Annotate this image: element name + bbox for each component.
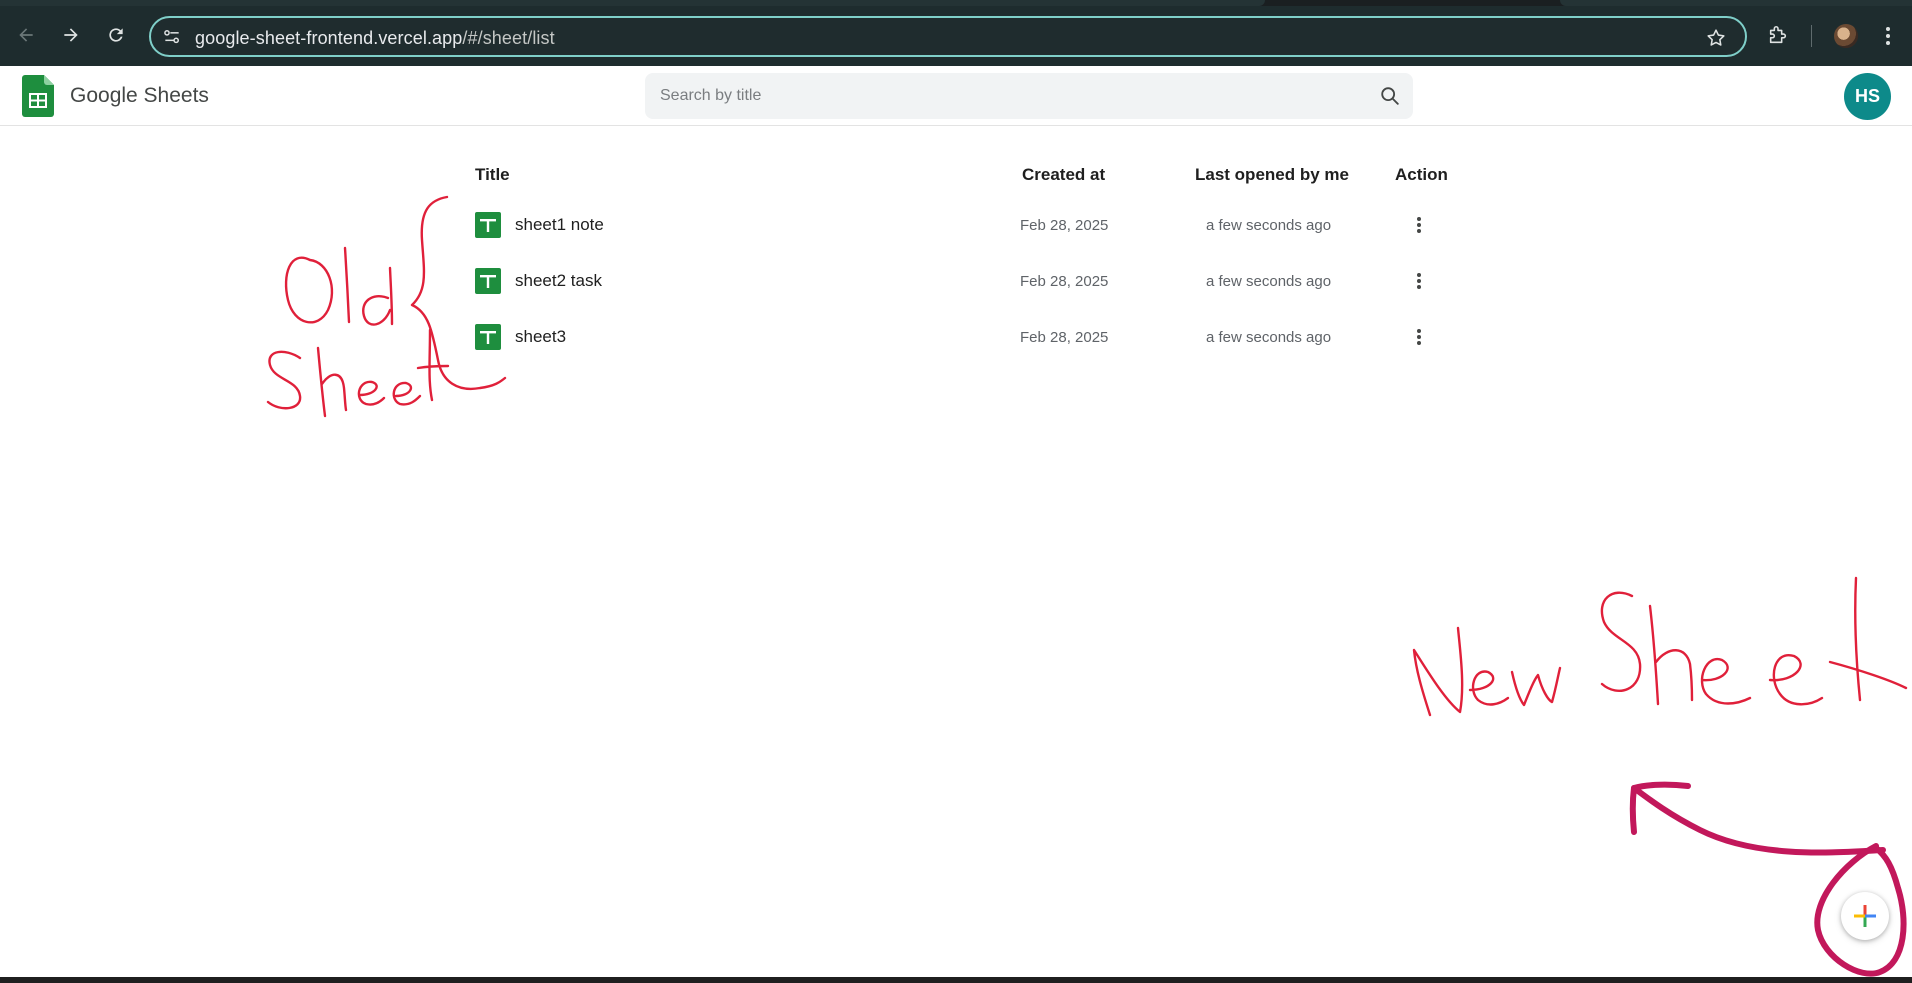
created-date: Feb 28, 2025 xyxy=(1020,329,1109,346)
browser-toolbar: google-sheet-frontend.vercel.app/#/sheet… xyxy=(0,0,1912,66)
tab-strip xyxy=(0,0,1912,6)
taskbar-edge xyxy=(0,977,1912,983)
reload-button[interactable] xyxy=(102,21,130,49)
row-menu-button[interactable] xyxy=(1405,211,1433,239)
sheet-title[interactable]: sheet1 note xyxy=(515,215,604,235)
column-header-action: Action xyxy=(1395,165,1448,184)
annotation-layer xyxy=(266,195,1908,977)
google-sheets-logo-icon[interactable] xyxy=(22,75,54,117)
extensions-puzzle-icon[interactable] xyxy=(1767,24,1789,46)
bookmark-star-icon[interactable] xyxy=(1705,27,1727,49)
row-menu-button[interactable] xyxy=(1405,323,1433,351)
app-header: Google Sheets HS xyxy=(0,66,1912,126)
row-menu-button[interactable] xyxy=(1405,267,1433,295)
search-input[interactable] xyxy=(645,73,1413,119)
more-vert-icon xyxy=(1417,217,1421,233)
sheet-file-icon xyxy=(475,324,501,350)
created-date: Feb 28, 2025 xyxy=(1020,217,1109,234)
sheet-file-icon xyxy=(475,268,501,294)
toolbar-divider xyxy=(1811,25,1812,47)
last-opened: a few seconds ago xyxy=(1206,273,1332,290)
sheet-title[interactable]: sheet2 task xyxy=(515,271,602,291)
browser-profile-avatar[interactable] xyxy=(1834,24,1858,48)
new-sheet-handwriting xyxy=(1412,576,1908,717)
table-row[interactable]: sheet2 task Feb 28, 2025 a few seconds a… xyxy=(470,254,1470,310)
reload-icon xyxy=(109,28,123,42)
active-tab-edge[interactable] xyxy=(0,0,1265,6)
app-title[interactable]: Google Sheets xyxy=(70,84,209,108)
table-header: Title Created at Last opened by me Actio… xyxy=(470,150,1470,198)
arrow-annotation xyxy=(1629,781,1907,977)
new-sheet-fab-button[interactable] xyxy=(1841,892,1889,940)
column-header-title: Title xyxy=(475,165,510,184)
sheet-file-icon xyxy=(475,212,501,238)
column-header-created: Created at xyxy=(1022,165,1106,184)
last-opened: a few seconds ago xyxy=(1206,217,1332,234)
url-path: /#/sheet/list xyxy=(462,28,555,48)
user-avatar[interactable]: HS xyxy=(1844,73,1891,120)
arrow-left-icon xyxy=(19,28,33,42)
back-button[interactable] xyxy=(12,21,40,49)
plus-icon xyxy=(1854,905,1876,927)
column-header-opened: Last opened by me xyxy=(1195,165,1349,184)
search-icon[interactable] xyxy=(1379,85,1401,107)
inactive-tab-edge[interactable] xyxy=(1560,0,1912,6)
browser-menu-icon[interactable] xyxy=(1880,24,1896,48)
url-host: google-sheet-frontend.vercel.app xyxy=(195,28,463,48)
more-vert-icon xyxy=(1417,329,1421,345)
table-row[interactable]: sheet1 note Feb 28, 2025 a few seconds a… xyxy=(470,198,1470,254)
more-vert-icon xyxy=(1417,273,1421,289)
arrow-right-icon xyxy=(64,28,78,42)
table-row[interactable]: sheet3 Feb 28, 2025 a few seconds ago xyxy=(470,310,1470,366)
forward-button[interactable] xyxy=(57,21,85,49)
address-bar[interactable]: google-sheet-frontend.vercel.app/#/sheet… xyxy=(149,16,1747,57)
url-text: google-sheet-frontend.vercel.app/#/sheet… xyxy=(195,28,555,49)
last-opened: a few seconds ago xyxy=(1206,329,1332,346)
search-box[interactable] xyxy=(645,73,1413,119)
site-settings-icon[interactable] xyxy=(162,27,182,47)
sheet-title[interactable]: sheet3 xyxy=(515,327,566,347)
created-date: Feb 28, 2025 xyxy=(1020,273,1109,290)
